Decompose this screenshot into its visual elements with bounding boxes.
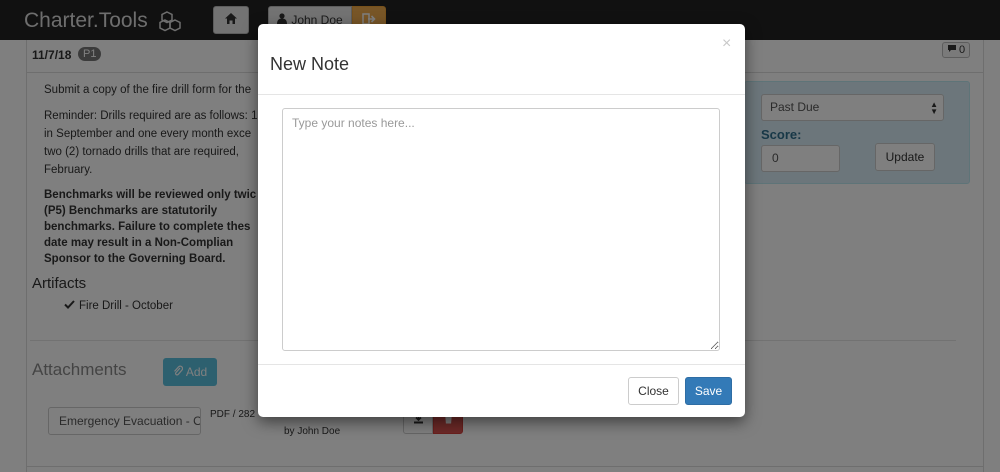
modal-title: New Note [270,54,350,74]
close-button[interactable]: Close [628,377,679,405]
notes-textarea[interactable] [282,108,720,351]
close-icon[interactable]: × [722,36,731,52]
save-button[interactable]: Save [685,377,732,405]
divider [258,94,745,95]
new-note-modal: New Note × Close Save [258,24,745,417]
divider [258,364,745,365]
